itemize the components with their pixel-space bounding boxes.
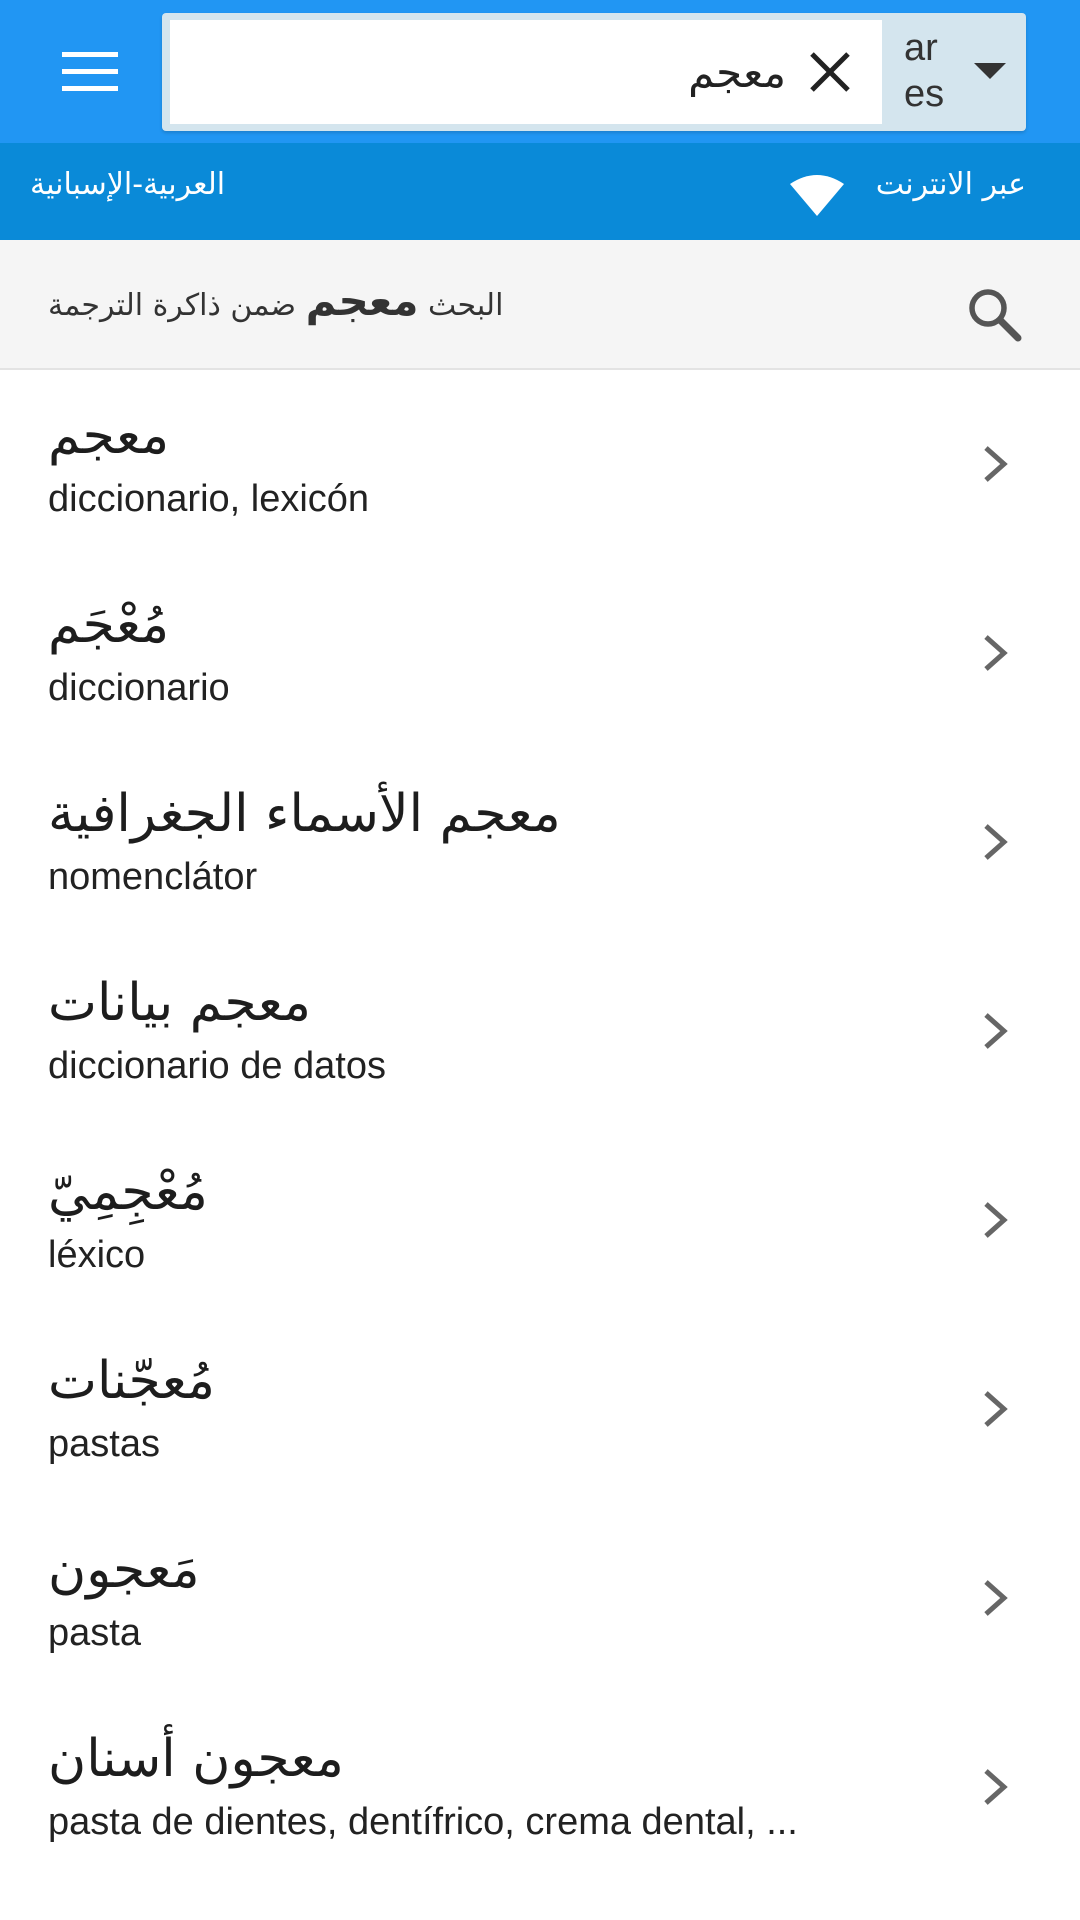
tm-prefix: البحث [428,288,504,323]
chevron-right-icon [984,446,1008,482]
language-pair-selector[interactable]: ar es [882,13,1026,131]
chevron-right-icon [984,1580,1008,1616]
result-arabic: مُعْجِمِيّ [48,1162,208,1222]
translation-memory-label: البحث معجم ضمن ذاكرة الترجمة [48,276,503,325]
result-spanish: léxico [48,1234,146,1276]
search-field [170,20,882,124]
result-spanish: pastas [48,1423,160,1465]
tm-term: معجم [305,276,419,325]
wifi-icon [790,175,844,216]
menu-icon [62,52,118,91]
result-spanish: diccionario [48,667,230,709]
list-item[interactable]: معجم بيانات diccionario de datos [0,937,1080,1126]
list-item[interactable]: معجم الأسماء الجغرافية nomenclátor [0,748,1080,937]
search-icon [969,289,1022,342]
chevron-right-icon [984,1391,1008,1427]
search-input[interactable] [186,20,786,124]
result-arabic: مَعجون [48,1540,200,1600]
list-item[interactable]: مَعجون pasta [0,1504,1080,1693]
chevron-right-icon [984,1013,1008,1049]
result-arabic: مُعْجَم [48,595,170,655]
tm-suffix: ضمن ذاكرة الترجمة [48,288,297,323]
list-item[interactable]: مُعْجَم diccionario [0,559,1080,748]
result-spanish: diccionario, lexicón [48,478,370,520]
caret-down-icon [974,63,1006,79]
chevron-right-icon [984,1769,1008,1805]
result-spanish: pasta de dientes, dentífrico, crema dent… [48,1801,798,1843]
app-bar: ar es [0,0,1080,143]
result-arabic: معجون أسنان [48,1729,344,1789]
list-item[interactable]: معجم diccionario, lexicón [0,370,1080,559]
target-language: es [904,73,945,115]
result-arabic: مُعجّنات [48,1351,215,1411]
connection-status: عبر الانترنت [875,167,1026,202]
result-spanish: pasta [48,1612,141,1654]
result-arabic: معجم [48,406,170,466]
menu-button[interactable] [40,36,140,108]
search-box: ar es [162,13,1026,131]
list-item[interactable]: مُعْجِمِيّ léxico [0,1126,1080,1315]
dictionary-name: العربية-الإسبانية [30,167,226,202]
source-language: ar [904,27,938,69]
chevron-right-icon [984,1202,1008,1238]
list-item[interactable]: مُعجّنات pastas [0,1315,1080,1504]
close-icon [810,52,850,92]
chevron-right-icon [984,824,1008,860]
result-arabic: معجم بيانات [48,973,311,1033]
dictionary-status-bar: العربية-الإسبانية عبر الانترنت [0,143,1080,240]
translation-memory-search[interactable]: البحث معجم ضمن ذاكرة الترجمة [0,240,1080,370]
result-arabic: معجم الأسماء الجغرافية [48,784,561,844]
result-spanish: diccionario de datos [48,1045,386,1087]
result-spanish: nomenclátor [48,856,258,898]
list-item[interactable]: معجون أسنان pasta de dientes, dentífrico… [0,1693,1080,1882]
chevron-right-icon [984,635,1008,671]
clear-search-button[interactable] [800,42,860,102]
